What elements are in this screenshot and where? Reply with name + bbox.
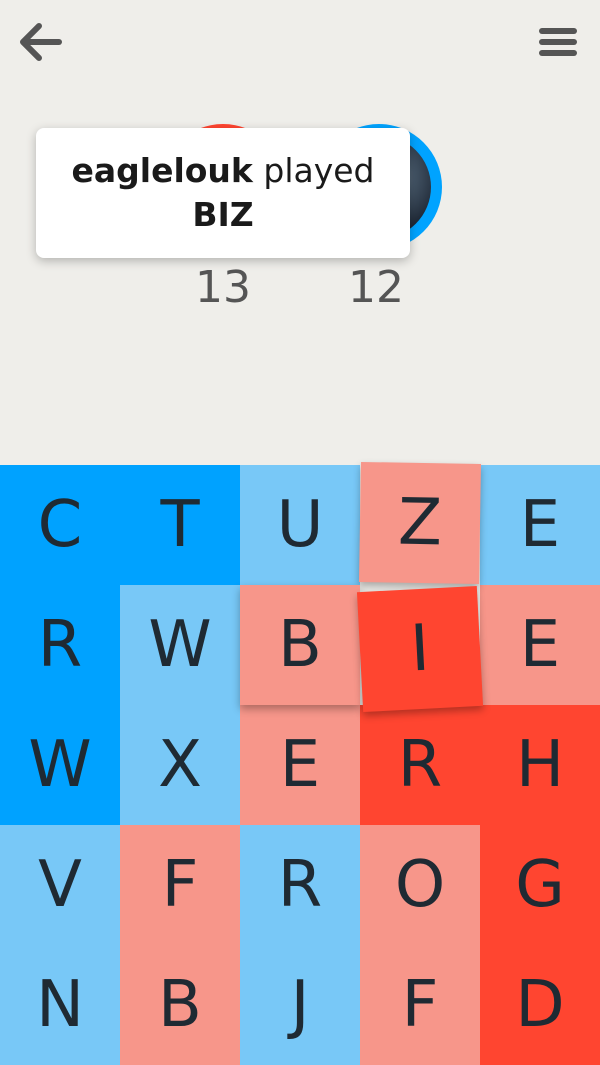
letter-tile[interactable]: B xyxy=(120,945,240,1065)
letter-tile[interactable]: G xyxy=(480,825,600,945)
letter-tile[interactable]: R xyxy=(240,825,360,945)
letter-tile[interactable]: D xyxy=(480,945,600,1065)
letter-tile[interactable]: X xyxy=(120,705,240,825)
letter-board: CTUZERWBIEWXERHVFROGNBJFD xyxy=(0,461,600,1065)
letter-tile[interactable]: U xyxy=(240,465,360,585)
letter-tile[interactable]: H xyxy=(480,705,600,825)
player-right-score: 12 xyxy=(348,262,404,313)
back-button[interactable] xyxy=(10,12,70,72)
letter-tile[interactable]: I xyxy=(356,585,484,713)
letter-tile[interactable]: C xyxy=(0,465,120,585)
letter-tile[interactable]: R xyxy=(0,585,120,705)
toast-player-name: eaglelouk xyxy=(71,151,253,190)
toast-played-word: BIZ xyxy=(192,195,254,234)
letter-tile[interactable]: J xyxy=(240,945,360,1065)
toast-line: eaglelouk played xyxy=(71,150,374,192)
hamburger-menu-icon xyxy=(539,28,577,56)
letter-tile[interactable]: W xyxy=(0,705,120,825)
letter-tile[interactable]: E xyxy=(480,585,600,705)
letter-tile[interactable]: F xyxy=(120,825,240,945)
arrow-left-icon xyxy=(20,23,62,61)
letter-tile[interactable]: Z xyxy=(358,461,482,585)
letter-tile[interactable]: W xyxy=(120,585,240,705)
letter-tile[interactable]: T xyxy=(120,465,240,585)
letter-tile[interactable]: O xyxy=(360,825,480,945)
letter-tile[interactable]: V xyxy=(0,825,120,945)
letter-tile[interactable]: N xyxy=(0,945,120,1065)
game-screen: 13 12 eaglelouk played BIZ CTUZERWBIEWXE… xyxy=(0,0,600,1065)
menu-button[interactable] xyxy=(528,12,588,72)
letter-tile[interactable]: E xyxy=(480,465,600,585)
letter-tile[interactable]: B xyxy=(240,585,360,705)
toast-verb: played xyxy=(263,151,375,190)
last-move-toast: eaglelouk played BIZ xyxy=(36,128,410,258)
letter-tile[interactable]: R xyxy=(360,705,480,825)
letter-tile[interactable]: F xyxy=(360,945,480,1065)
player-left-score: 13 xyxy=(195,262,251,313)
letter-tile[interactable]: E xyxy=(240,705,360,825)
